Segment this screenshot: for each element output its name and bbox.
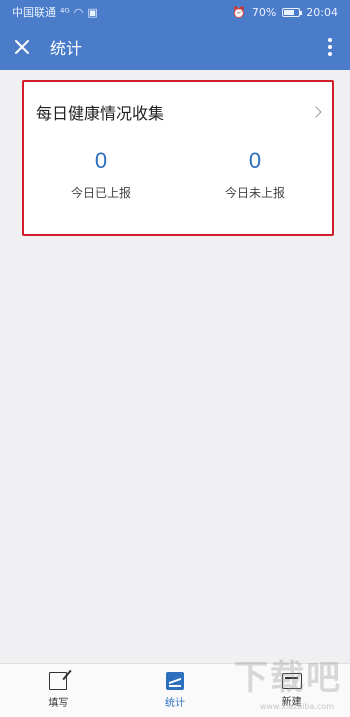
watermark-url: www.xiazaiba.com (259, 702, 334, 711)
status-bar: 中国联通 ⁴ᴳ ◠ ▣ ⏰ 70% 20:04 (0, 0, 350, 24)
stats-icon (166, 672, 184, 690)
card-title-row[interactable]: 每日健康情况收集 (24, 82, 332, 126)
more-vertical-icon (328, 38, 332, 56)
unreported-count: 0 (248, 148, 262, 173)
stat-reported[interactable]: 0 今日已上报 (24, 148, 178, 201)
close-button[interactable] (0, 24, 44, 70)
health-collection-card[interactable]: 每日健康情况收集 0 今日已上报 0 今日未上报 (22, 80, 334, 236)
watermark-logo: 下载吧 (234, 658, 342, 698)
stats-row: 0 今日已上报 0 今日未上报 (24, 148, 332, 201)
carrier-name: 中国联通 (12, 6, 56, 19)
chevron-right-icon (310, 106, 322, 118)
stat-unreported[interactable]: 0 今日未上报 (178, 148, 332, 201)
close-icon (15, 40, 29, 54)
reported-label: 今日已上报 (70, 186, 131, 200)
battery-icon (282, 7, 303, 17)
wifi-icon: ◠ (73, 5, 84, 19)
clock: 20:04 (306, 5, 338, 19)
alarm-icon: ⏰ (232, 5, 246, 19)
more-options-button[interactable] (310, 24, 350, 70)
page-title: 统计 (50, 39, 83, 58)
tab-label: 统计 (165, 698, 185, 709)
unreported-label: 今日未上报 (224, 186, 285, 200)
reported-count: 0 (94, 148, 108, 173)
signal-icon: ⁴ᴳ (60, 5, 70, 19)
app-header: 中国联通 ⁴ᴳ ◠ ▣ ⏰ 70% 20:04 统计 (0, 0, 350, 70)
nav-bar: 统计 (0, 24, 350, 70)
battery-percent: 70% (251, 5, 277, 19)
edit-icon (49, 672, 68, 690)
tab-label: 填写 (48, 698, 69, 709)
tab-stats[interactable]: 统计 (117, 664, 234, 717)
tab-fill[interactable]: 填写 (0, 664, 117, 717)
card-title: 每日健康情况收集 (36, 104, 165, 123)
notification-icon: ▣ (87, 5, 98, 19)
